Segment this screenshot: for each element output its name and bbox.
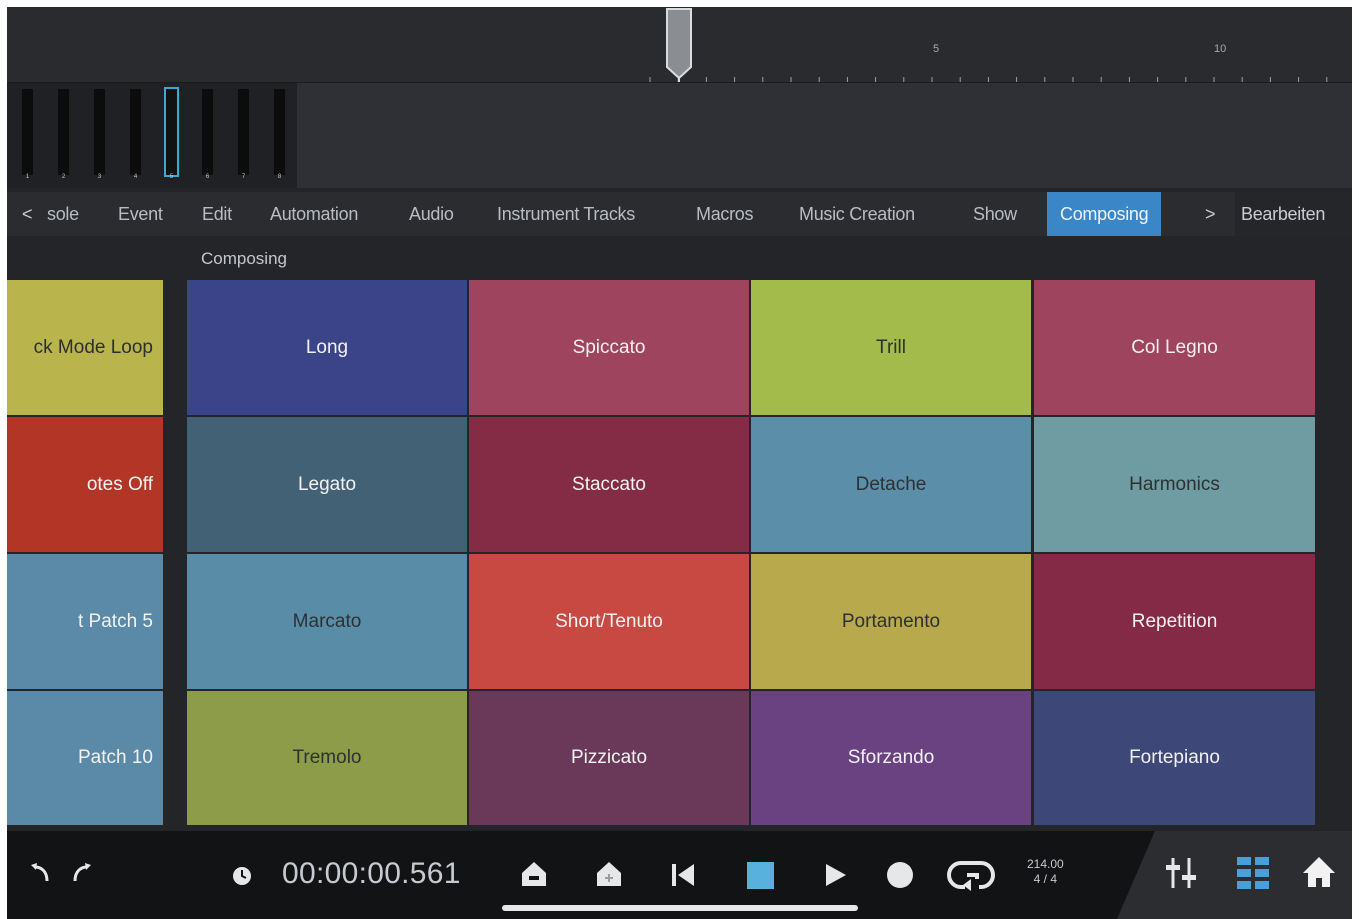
pad-label: Detache	[855, 473, 927, 495]
track-strip-2[interactable]	[58, 89, 69, 175]
tempo-display[interactable]: 214.00 4 / 4	[1027, 857, 1064, 887]
pad-trill[interactable]: Trill	[751, 280, 1033, 417]
stop-button[interactable]	[747, 862, 774, 889]
tab-scroll-left-button[interactable]: <	[22, 192, 33, 236]
track-number: 5	[169, 174, 174, 180]
tab-automation[interactable]: Automation	[270, 192, 358, 236]
tab-scroll-right-button[interactable]: >	[1205, 192, 1216, 236]
track-strip-6[interactable]	[202, 89, 213, 175]
pad-label: Repetition	[1131, 610, 1218, 632]
pad-label: ck Mode Loop	[33, 336, 153, 358]
transport-bar: 00:00:00.561 214.00 4 / 4	[7, 831, 1352, 919]
track-strip-1[interactable]	[22, 89, 33, 175]
pad-col-legno[interactable]: Col Legno	[1034, 280, 1317, 417]
pad-short-tenuto[interactable]: Short/Tenuto	[469, 554, 751, 691]
pad-harmonics[interactable]: Harmonics	[1034, 417, 1317, 554]
eject-icon[interactable]	[519, 859, 549, 889]
pad-label: Pizzicato	[570, 747, 648, 768]
pad-label: Short/Tenuto	[555, 610, 663, 632]
tab-audio[interactable]: Audio	[409, 192, 454, 236]
tab-event[interactable]: Event	[118, 192, 163, 236]
home-marker-icon[interactable]	[594, 859, 624, 889]
pad-label: Trill	[876, 336, 906, 358]
tempo-value: 214.00	[1027, 857, 1064, 871]
clock-icon	[233, 867, 251, 885]
track-number: 4	[133, 174, 138, 180]
pad-label: Col Legno	[1131, 336, 1218, 358]
view-switch-panel	[1117, 831, 1352, 919]
pad-label: Patch 10	[78, 747, 153, 768]
pad-spiccato[interactable]: Spiccato	[469, 280, 751, 417]
track-strip-7[interactable]	[238, 89, 249, 175]
track-number: 2	[61, 174, 66, 180]
tab-composing[interactable]: Composing	[1047, 192, 1162, 236]
pad-pizzicato[interactable]: Pizzicato	[469, 691, 751, 827]
track-number: 6	[205, 174, 210, 180]
pad-repetition[interactable]: Repetition	[1034, 554, 1317, 691]
tab-music-creation[interactable]: Music Creation	[799, 192, 915, 236]
pad-tremolo[interactable]: Tremolo	[187, 691, 469, 827]
pad-label: Long	[305, 336, 349, 358]
track-strip-4[interactable]	[130, 89, 141, 175]
pad-label: Legato	[297, 473, 357, 495]
pad-legato[interactable]: Legato	[187, 417, 469, 554]
pad-long[interactable]: Long	[187, 280, 469, 417]
redo-icon[interactable]	[67, 859, 97, 889]
skip-back-icon[interactable]	[669, 861, 697, 889]
pad-label: Portamento	[841, 610, 941, 632]
time-display[interactable]: 00:00:00.561	[282, 857, 461, 891]
track-number: 8	[277, 174, 282, 180]
section-title: Composing	[201, 249, 287, 268]
track-number: 7	[241, 174, 246, 180]
track-strip-8[interactable]	[274, 89, 285, 175]
ruler-ticks	[649, 8, 1328, 82]
app-window: 5 10 1 2 3 4 5 6 7 8 < sole Event Edit Automati…	[7, 7, 1352, 919]
pad-portamento[interactable]: Portamento	[751, 554, 1033, 691]
pad-fortepiano[interactable]: Fortepiano	[1034, 691, 1317, 827]
pad-label: Staccato	[572, 473, 646, 495]
left-pad-4[interactable]: Patch 10	[7, 691, 163, 827]
home-icon[interactable]	[1301, 853, 1337, 893]
pad-label: otes Off	[86, 473, 153, 495]
loop-icon[interactable]	[945, 857, 997, 893]
tab-edit[interactable]: Edit	[202, 192, 232, 236]
track-strip-5[interactable]	[164, 87, 179, 177]
time-signature: 4 / 4	[1033, 872, 1058, 886]
pad-detache[interactable]: Detache	[751, 417, 1033, 554]
tab-show[interactable]: Show	[973, 192, 1017, 236]
grid-icon[interactable]	[1235, 853, 1271, 893]
track-area[interactable]: 1 2 3 4 5 6 7 8	[7, 83, 1352, 188]
left-pad-1[interactable]: ck Mode Loop	[7, 280, 163, 417]
record-icon[interactable]	[885, 860, 915, 890]
pad-label: t Patch 5	[78, 610, 153, 632]
pad-label: Tremolo	[292, 747, 362, 768]
undo-icon[interactable]	[25, 859, 55, 889]
track-number: 1	[25, 174, 30, 180]
tab-instrument-tracks[interactable]: Instrument Tracks	[497, 192, 635, 236]
mixer-icon[interactable]	[1163, 853, 1199, 893]
timeline-ruler[interactable]: 5 10	[7, 7, 1352, 83]
pad-label: Spiccato	[572, 336, 646, 358]
tab-bearbeiten[interactable]: Bearbeiten	[1235, 192, 1352, 236]
pad-label: Marcato	[292, 610, 362, 632]
pad-label: Fortepiano	[1129, 747, 1220, 768]
track-number: 3	[97, 174, 102, 180]
pad-label: Sforzando	[847, 747, 935, 768]
ruler-mark-5: 5	[933, 43, 940, 55]
pad-label: Harmonics	[1129, 473, 1220, 495]
ruler-mark-10: 10	[1214, 43, 1227, 55]
left-pad-2[interactable]: otes Off	[7, 417, 163, 554]
pad-staccato[interactable]: Staccato	[469, 417, 751, 554]
pad-marcato[interactable]: Marcato	[187, 554, 469, 691]
play-icon[interactable]	[821, 861, 849, 889]
tab-console[interactable]: sole	[47, 192, 79, 236]
track-strip-3[interactable]	[94, 89, 105, 175]
track-strips: 1 2 3 4 5 6 7 8	[7, 83, 297, 188]
pad-sforzando[interactable]: Sforzando	[751, 691, 1033, 827]
playhead-icon	[666, 8, 692, 82]
home-indicator[interactable]	[502, 905, 858, 911]
macro-tab-bar: < sole Event Edit Automation Audio Instr…	[7, 192, 1352, 236]
tab-macros[interactable]: Macros	[696, 192, 754, 236]
left-pad-3[interactable]: t Patch 5	[7, 554, 163, 691]
